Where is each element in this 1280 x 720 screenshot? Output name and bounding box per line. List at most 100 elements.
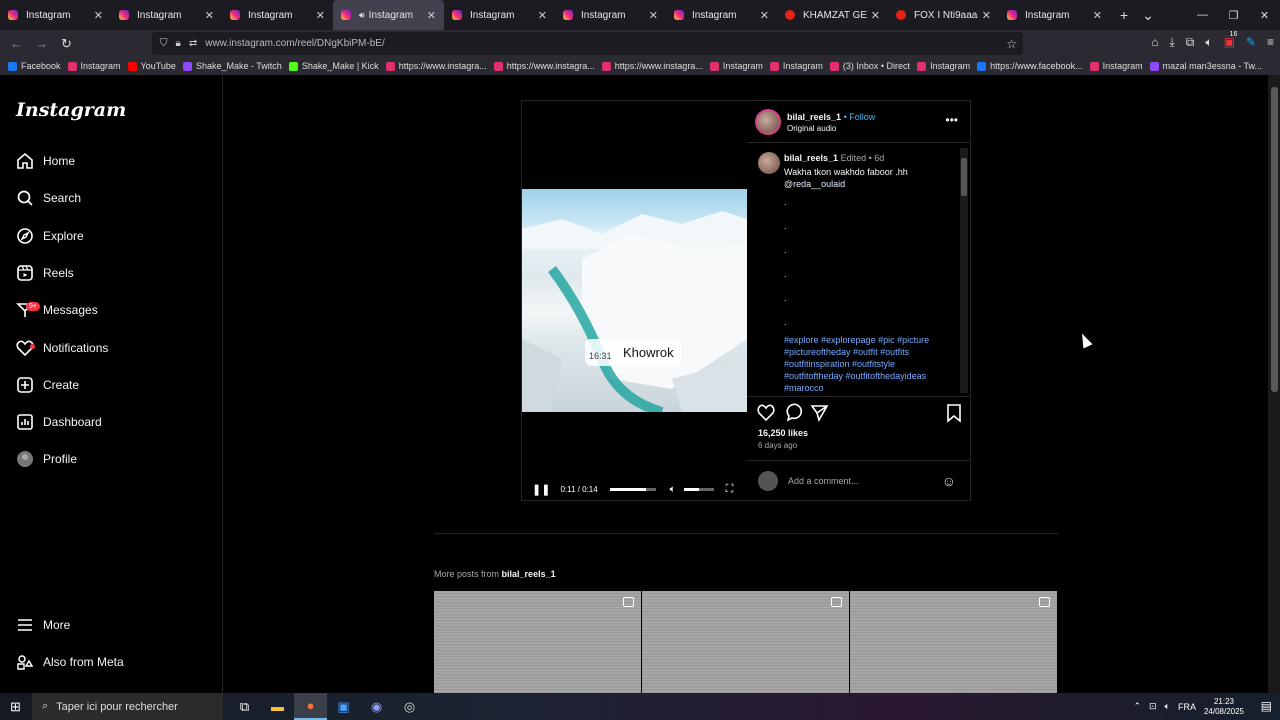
sidebar-item-notifications[interactable]: Notifications: [16, 333, 108, 363]
pause-icon[interactable]: ❚❚: [532, 483, 550, 496]
like-icon[interactable]: [757, 404, 775, 422]
permissions-icon[interactable]: ⇄: [189, 38, 197, 49]
bookmark-item[interactable]: https://www.facebook...: [977, 61, 1083, 71]
post-thumbnail[interactable]: [850, 591, 1057, 693]
comment-avatar[interactable]: [758, 152, 780, 174]
progress-bar[interactable]: [609, 487, 656, 491]
audio-label[interactable]: Original audio: [787, 124, 836, 133]
bookmark-item[interactable]: Instagram: [917, 61, 970, 71]
author-username[interactable]: bilal_reels_1: [787, 112, 841, 122]
save-icon[interactable]: [947, 404, 961, 423]
file-explorer-icon[interactable]: ▬: [261, 693, 294, 720]
taskbar-search[interactable]: ⌕ Taper ici pour rechercher: [32, 693, 223, 720]
taskbar-search-placeholder[interactable]: Taper ici pour rechercher: [56, 701, 178, 713]
clock[interactable]: 21:23 24/08/2025: [1204, 697, 1244, 717]
comment-icon[interactable]: [786, 403, 803, 422]
comments-scrollbar[interactable]: [960, 148, 968, 393]
restore-icon[interactable]: ❐: [1218, 0, 1249, 30]
tray-expand-icon[interactable]: ⌃: [1133, 701, 1141, 712]
sidebar-item-more[interactable]: More: [16, 610, 70, 640]
menu-icon[interactable]: ≡: [1267, 35, 1274, 50]
store-icon[interactable]: ▣: [327, 693, 360, 720]
bookmark-item[interactable]: Instagram: [67, 61, 121, 71]
browser-tab[interactable]: Instagram ✕: [444, 0, 555, 30]
browser-tab[interactable]: KHAMZAT GETS ✕: [777, 0, 888, 30]
bookmark-item[interactable]: (3) Inbox • Direct: [829, 61, 910, 71]
close-tab-icon[interactable]: ✕: [94, 9, 103, 22]
url-bar[interactable]: ⛉ 🔒︎ ⇄ www.instagram.com/reel/DNgKbiPM-b…: [152, 32, 1023, 55]
close-tab-icon[interactable]: ✕: [316, 9, 325, 22]
home-button-icon[interactable]: ⌂: [1151, 35, 1158, 50]
browser-tab[interactable]: Instagram ✕: [555, 0, 666, 30]
mention-link[interactable]: @reda__oulaid: [784, 178, 954, 190]
sidebar-item-meta[interactable]: Also from Meta: [16, 647, 124, 677]
audio-icon[interactable]: 🔈︎: [1205, 35, 1212, 50]
tab-list-icon[interactable]: ⌄: [1142, 7, 1154, 24]
reload-icon[interactable]: ↻: [54, 36, 79, 52]
language-indicator[interactable]: FRA: [1178, 702, 1196, 712]
post-thumbnail[interactable]: [642, 591, 849, 693]
url-text[interactable]: www.instagram.com/reel/DNgKbiPM-bE/: [205, 38, 385, 49]
download-icon[interactable]: ⤓: [1169, 35, 1174, 50]
close-tab-icon[interactable]: ✕: [205, 9, 214, 22]
hashtags[interactable]: #explore #explorepage #pic #picture #pic…: [784, 334, 954, 394]
volume-slider[interactable]: [683, 487, 714, 491]
bookmark-item[interactable]: Facebook: [8, 61, 61, 71]
obs-icon[interactable]: ◎: [393, 693, 426, 720]
reel-video[interactable]: 16:31 Khowrok ❚❚ 0:11 / 0:14 🔈︎ ⛶: [522, 101, 747, 500]
close-tab-icon[interactable]: ✕: [760, 9, 769, 22]
fullscreen-icon[interactable]: ⛶: [726, 483, 734, 496]
bookmark-item[interactable]: YouTube: [127, 61, 176, 71]
notification-counter-icon[interactable]: ▣ 16: [1224, 31, 1238, 50]
sidebar-item-explore[interactable]: Explore: [16, 221, 84, 251]
sidebar-item-profile[interactable]: Profile: [16, 444, 77, 474]
page-scrollbar[interactable]: [1268, 75, 1280, 693]
close-tab-icon[interactable]: ✕: [649, 9, 658, 22]
browser-tab[interactable]: Instagram ✕: [666, 0, 777, 30]
close-tab-icon[interactable]: ✕: [871, 9, 880, 22]
browser-tab[interactable]: Instagram ✕: [999, 0, 1110, 30]
bookmark-item[interactable]: https://www.instagra...: [601, 61, 703, 71]
action-center-icon[interactable]: ▤: [1261, 699, 1272, 713]
browser-tab[interactable]: Instagram ✕: [222, 0, 333, 30]
close-window-icon[interactable]: ✕: [1249, 0, 1280, 30]
firefox-icon[interactable]: ●: [294, 693, 327, 720]
share-icon[interactable]: [810, 405, 829, 423]
author-avatar[interactable]: [755, 109, 781, 135]
bookmark-item[interactable]: Instagram: [709, 61, 763, 71]
close-tab-icon[interactable]: ✕: [982, 9, 991, 22]
bookmark-item[interactable]: Shake_Make | Kick: [288, 61, 379, 71]
tab-audio-icon[interactable]: 🔊︎: [359, 10, 365, 21]
close-tab-icon[interactable]: ✕: [1093, 9, 1102, 22]
sidebar-item-search[interactable]: Search: [16, 183, 81, 213]
extension-icon[interactable]: ✎: [1246, 35, 1256, 50]
close-tab-icon[interactable]: ✕: [538, 9, 547, 22]
instagram-logo[interactable]: Instagram: [16, 99, 126, 121]
volume-icon[interactable]: 🔈︎: [670, 484, 676, 495]
browser-tab[interactable]: Instagram ✕: [0, 0, 111, 30]
new-tab-icon[interactable]: +: [1120, 7, 1128, 23]
bookmark-item[interactable]: Instagram: [769, 61, 823, 71]
sidebar-item-messages[interactable]: 9+ Messages: [16, 295, 98, 325]
bookmark-star-icon[interactable]: ☆: [1006, 37, 1017, 51]
more-options-icon[interactable]: •••: [945, 113, 958, 127]
sidebar-item-reels[interactable]: Reels: [16, 258, 74, 288]
follow-button[interactable]: Follow: [849, 112, 875, 122]
bookmark-item[interactable]: mazal man3essna - Tw...: [1149, 61, 1262, 71]
sidebar-item-create[interactable]: Create: [16, 370, 79, 400]
sidebar-item-dashboard[interactable]: Dashboard: [16, 407, 102, 437]
post-thumbnail[interactable]: [434, 591, 641, 693]
bookmark-item[interactable]: https://www.instagra...: [385, 61, 487, 71]
back-icon[interactable]: ←: [4, 36, 29, 51]
shield-icon[interactable]: ⛉: [160, 38, 168, 49]
browser-tab[interactable]: FOX I Nti9aaaaa ✕: [888, 0, 999, 30]
forward-icon[interactable]: →: [29, 36, 54, 51]
network-icon[interactable]: ⊡: [1149, 701, 1157, 712]
emoji-icon[interactable]: ☺: [942, 473, 956, 489]
like-count[interactable]: 16,250 likes: [758, 428, 808, 438]
close-tab-icon[interactable]: ✕: [427, 9, 436, 22]
windows-start-icon[interactable]: ⊞: [10, 699, 21, 715]
extensions-icon[interactable]: ⧉: [1186, 35, 1195, 50]
browser-tab[interactable]: Instagram ✕: [111, 0, 222, 30]
bookmark-item[interactable]: https://www.instagra...: [493, 61, 595, 71]
